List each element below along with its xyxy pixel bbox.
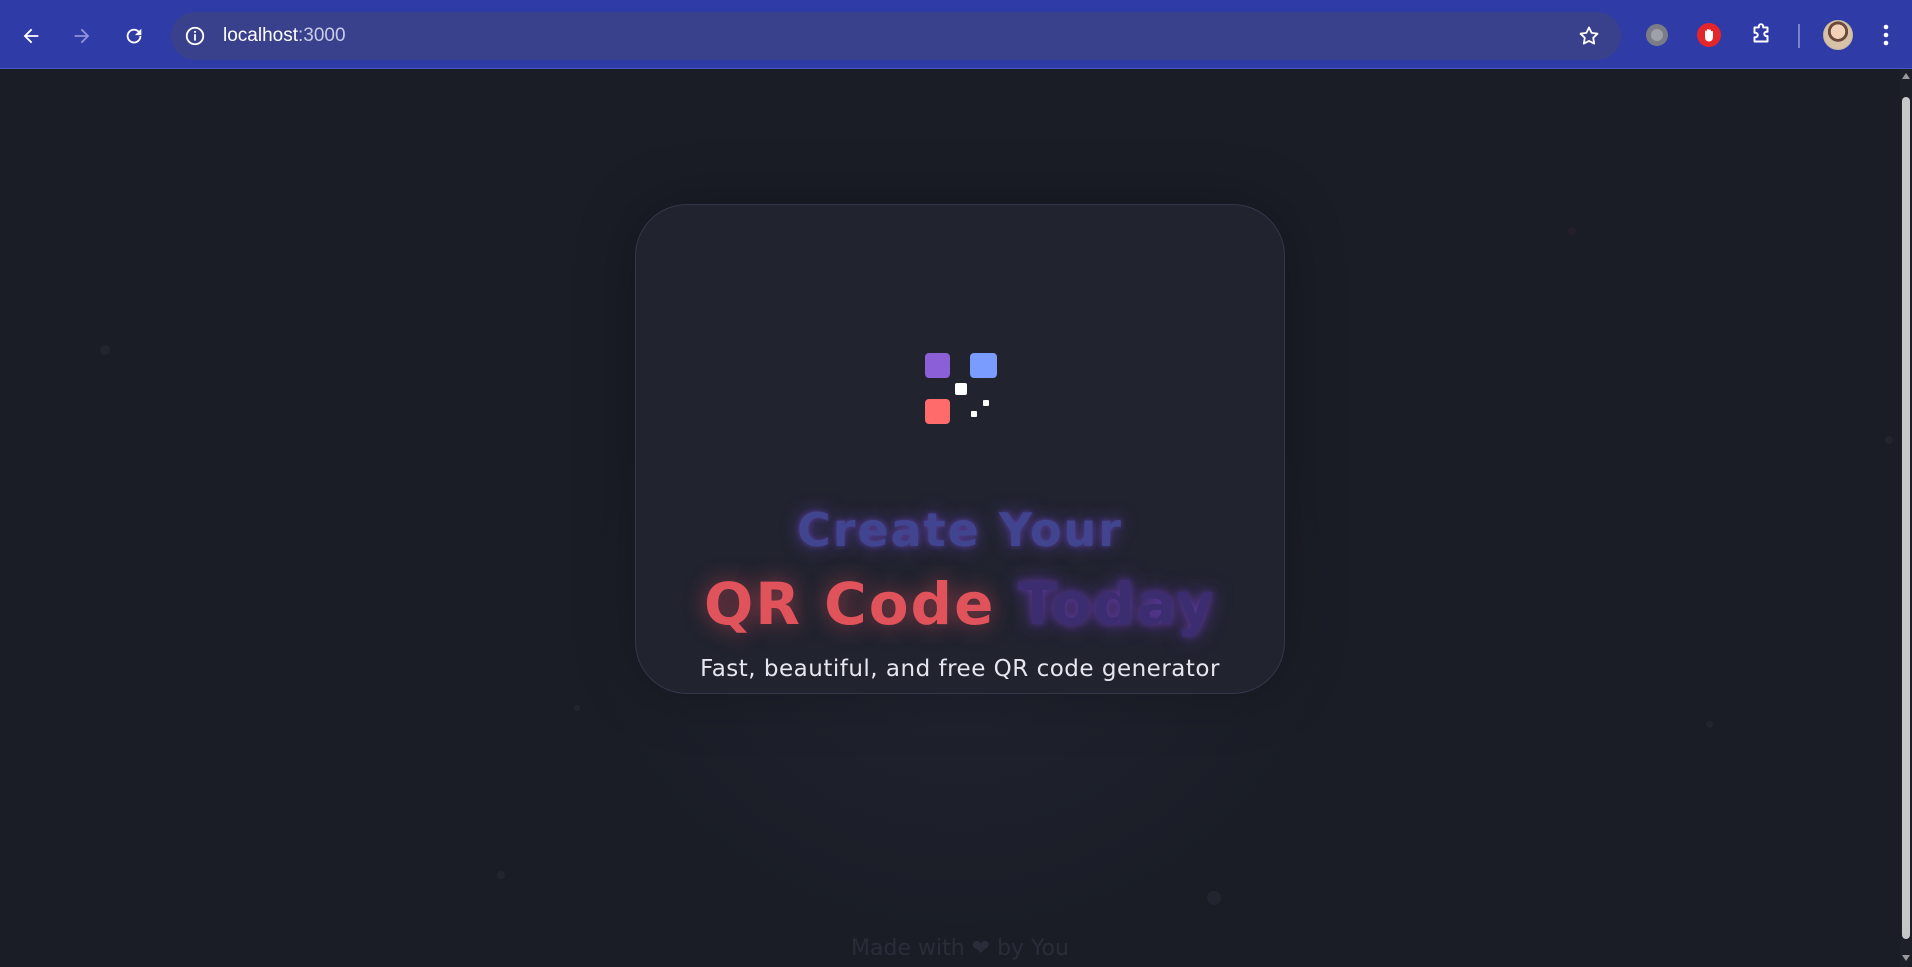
extensions-button[interactable] <box>1746 20 1776 50</box>
circle-extension-button[interactable] <box>1642 20 1672 50</box>
qr-logo-icon <box>925 353 997 425</box>
puzzle-icon <box>1753 23 1769 43</box>
browser-toolbar: localhost:3000 <box>0 0 1912 69</box>
logo-square-coral <box>925 399 950 424</box>
browser-menu-button[interactable] <box>1874 20 1898 50</box>
info-icon[interactable] <box>183 24 207 48</box>
url-host: localhost <box>223 25 298 46</box>
page-scrollbar[interactable] <box>1900 69 1912 967</box>
reload-button[interactable] <box>118 20 150 52</box>
background-particle <box>1706 721 1713 728</box>
headline-rest: Today <box>1017 570 1217 638</box>
logo-dot-white <box>955 383 967 395</box>
address-bar[interactable]: localhost:3000 <box>171 12 1621 60</box>
stop-hand-extension-button[interactable] <box>1694 20 1724 50</box>
url-text[interactable]: localhost:3000 <box>223 24 346 48</box>
background-particle <box>1568 227 1576 235</box>
headline-line-2: QR Code Today <box>635 570 1285 638</box>
forward-button[interactable] <box>66 20 98 52</box>
profile-avatar[interactable] <box>1823 20 1853 50</box>
scroll-thumb[interactable] <box>1902 97 1910 939</box>
arrow-left-icon <box>23 28 39 44</box>
scroll-up-arrow-icon[interactable] <box>1901 71 1911 81</box>
background-particle <box>497 871 505 879</box>
reload-icon <box>126 28 142 44</box>
logo-square-blue <box>970 353 997 378</box>
bookmark-star-button[interactable] <box>1577 24 1601 48</box>
footer-text: Made with ❤ by You <box>851 936 1069 961</box>
headline-line-1: Create Your <box>796 503 1123 557</box>
arrow-right-icon <box>74 28 90 44</box>
logo-dot-white-small <box>971 411 977 417</box>
logo-square-purple <box>925 353 950 378</box>
toolbar-divider <box>1798 24 1800 48</box>
hero-subtitle: Fast, beautiful, and free QR code genera… <box>700 656 1220 682</box>
logo-dot-white-small <box>983 400 989 406</box>
circle-extension-icon <box>1646 24 1668 46</box>
background-particle <box>1885 436 1893 444</box>
scroll-down-arrow-icon[interactable] <box>1901 953 1911 963</box>
url-port: :3000 <box>298 25 346 46</box>
background-particle <box>100 345 110 355</box>
vertical-dots-icon <box>1883 24 1889 46</box>
star-icon <box>1579 26 1599 45</box>
back-button[interactable] <box>15 20 47 52</box>
stop-hand-extension-icon <box>1697 23 1721 47</box>
headline-highlight: QR Code <box>703 570 996 638</box>
